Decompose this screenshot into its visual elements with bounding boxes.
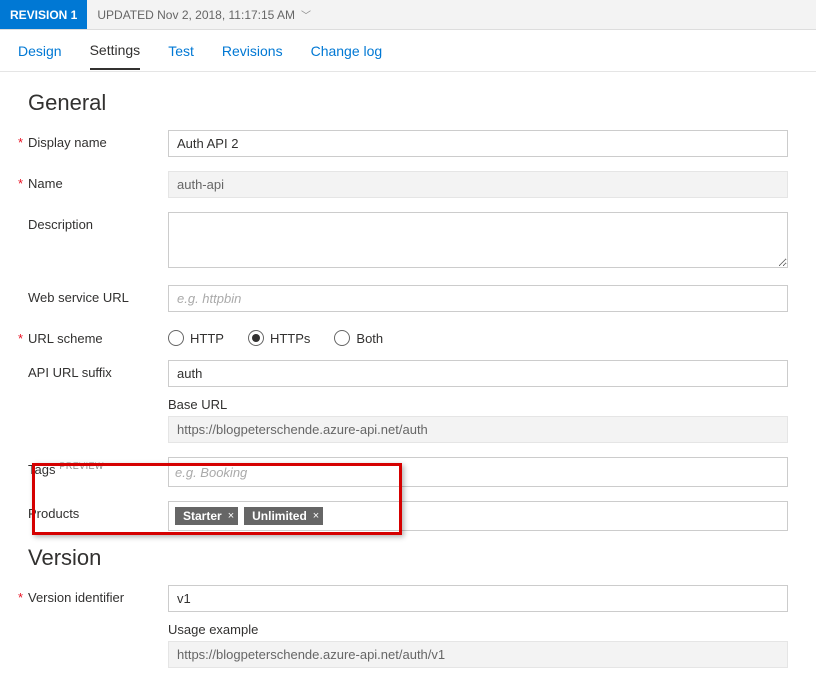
revision-updated[interactable]: UPDATED Nov 2, 2018, 11:17:15 AM ﹀ [87,7,311,22]
radio-https-label: HTTPs [270,331,310,346]
product-chip-unlimited: Unlimited × [244,507,323,525]
required-marker: * [18,135,23,150]
tab-revisions[interactable]: Revisions [222,33,283,69]
revision-bar: REVISION 1 UPDATED Nov 2, 2018, 11:17:15… [0,0,816,30]
radio-icon [248,330,264,346]
tab-design[interactable]: Design [18,33,62,69]
label-base-url: Base URL [168,397,788,412]
products-input[interactable]: Starter × Unlimited × [168,501,788,531]
required-marker: * [18,590,23,605]
revision-updated-text: UPDATED Nov 2, 2018, 11:17:15 AM [97,8,295,22]
tags-placeholder: e.g. Booking [175,465,247,480]
display-name-input[interactable] [168,130,788,157]
required-marker: * [18,331,23,346]
usage-example-display [168,641,788,668]
tab-changelog[interactable]: Change log [311,33,383,69]
required-marker: * [18,176,23,191]
tags-input[interactable]: e.g. Booking [168,457,788,487]
close-icon[interactable]: × [313,510,319,522]
product-chip-label: Unlimited [252,509,307,523]
radio-both-label: Both [356,331,383,346]
label-web-service-url: Web service URL [28,290,129,305]
radio-http-label: HTTP [190,331,224,346]
tab-test[interactable]: Test [168,33,194,69]
product-chip-label: Starter [183,509,222,523]
label-name: Name [28,176,63,191]
base-url-display [168,416,788,443]
label-usage-example: Usage example [168,622,788,637]
preview-badge: PREVIEW [59,461,103,471]
label-display-name: Display name [28,135,107,150]
radio-icon [168,330,184,346]
web-service-url-input[interactable] [168,285,788,312]
close-icon[interactable]: × [228,510,234,522]
label-tags: Tags [28,462,55,477]
label-description: Description [28,217,93,232]
revision-badge: REVISION 1 [0,0,87,29]
tab-bar: Design Settings Test Revisions Change lo… [0,30,816,72]
radio-both[interactable]: Both [334,330,383,346]
form-content: General * Display name * Name Descriptio… [0,72,816,692]
label-version-identifier: Version identifier [28,590,124,605]
version-identifier-input[interactable] [168,585,788,612]
tab-settings[interactable]: Settings [90,32,141,70]
name-input [168,171,788,198]
label-url-scheme: URL scheme [28,331,103,346]
api-url-suffix-input[interactable] [168,360,788,387]
url-scheme-radio-group: HTTP HTTPs Both [168,326,788,346]
radio-http[interactable]: HTTP [168,330,224,346]
product-chip-starter: Starter × [175,507,238,525]
chevron-down-icon: ﹀ [301,7,311,22]
radio-https[interactable]: HTTPs [248,330,310,346]
description-input[interactable] [168,212,788,268]
label-api-url-suffix: API URL suffix [28,365,112,380]
radio-icon [334,330,350,346]
label-products: Products [28,506,79,521]
section-version: Version [28,545,788,571]
section-general: General [28,90,788,116]
